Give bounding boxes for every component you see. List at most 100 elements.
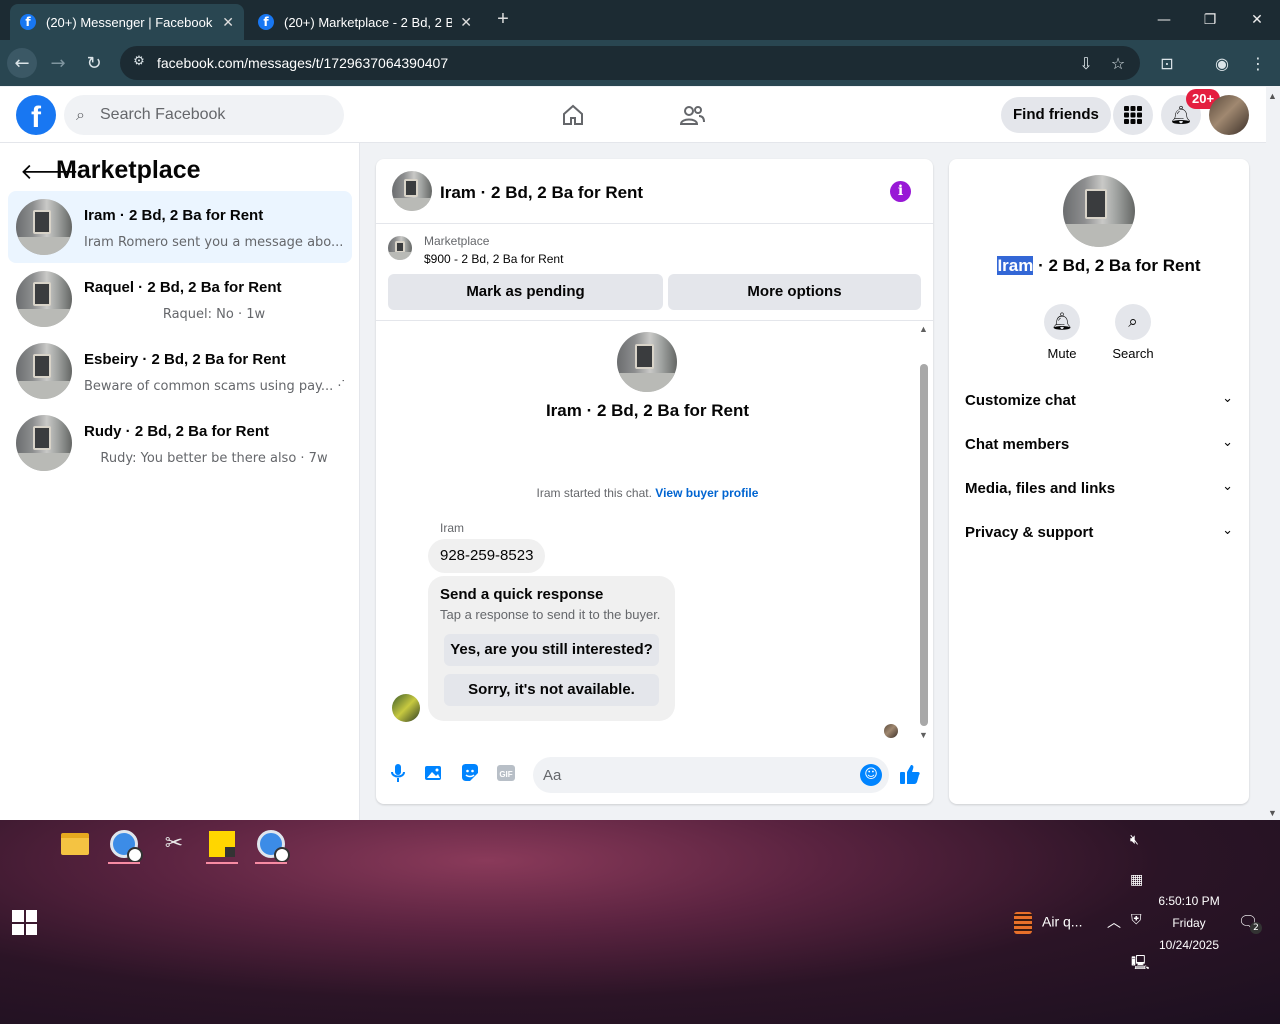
search-icon: ⌕ [1115, 304, 1151, 340]
minimize-button[interactable]: — [1141, 0, 1187, 40]
quick-response-option[interactable]: Yes, are you still interested? [444, 634, 659, 666]
conversation-snippet: Beware of common scams using pay... ·7w [84, 379, 344, 394]
info-icon[interactable]: i [890, 181, 911, 202]
conversation-item[interactable]: Iram · 2 Bd, 2 Ba for Rent Iram Romero s… [8, 191, 352, 263]
clock-time: 6:50:10 PM [1158, 894, 1220, 908]
chat-scrollbar[interactable]: ▲ ▼ [917, 324, 931, 742]
profile-icon[interactable]: ◉ [1207, 48, 1237, 78]
chevron-down-icon: ⌄ [1222, 523, 1233, 538]
address-bar[interactable]: ⚙ facebook.com/messages/t/17296370643904… [120, 46, 1140, 80]
chat-details-avatar[interactable] [1063, 175, 1135, 247]
microphone-icon[interactable] [386, 763, 410, 787]
chat-intro-avatar [617, 332, 677, 392]
panel-title: Marketplace [56, 156, 201, 184]
close-tab-icon[interactable]: ✕ [222, 14, 234, 31]
forward-button[interactable]: → [43, 48, 73, 78]
sticky-notes-icon[interactable] [204, 826, 240, 864]
tab-messenger[interactable]: f (20+) Messenger | Facebook ✕ [10, 4, 244, 40]
conversation-item[interactable]: Raquel · 2 Bd, 2 Ba for Rent Raquel: No … [8, 263, 352, 335]
close-tab-icon[interactable]: ✕ [460, 14, 472, 31]
snipping-tool-icon[interactable]: ✂ [156, 826, 192, 862]
browser-toolbar: ← → ↻ ⚙ facebook.com/messages/t/17296370… [0, 40, 1280, 86]
scrollbar-thumb[interactable] [920, 364, 928, 726]
network-icon[interactable]: 🖳︎ [1131, 952, 1150, 976]
air-quality-widget[interactable]: Air q... [1014, 912, 1082, 934]
chrome-icon[interactable] [253, 826, 290, 864]
facebook-header: f ⌕ Find friends 🔔︎ 20+ [0, 87, 1266, 143]
message-bubble[interactable]: 928-259-8523 [428, 539, 546, 573]
notification-center-icon[interactable]: 🗨︎ 2 [1238, 912, 1262, 934]
quick-response-card: Send a quick response Tap a response to … [428, 576, 675, 721]
privacy-support-section[interactable]: Privacy & support ⌄ [957, 511, 1241, 555]
facebook-favicon-icon: f [258, 14, 274, 30]
conversation-list-panel: 🡐 Marketplace Iram · 2 Bd, 2 Ba for Rent… [0, 143, 360, 820]
tab-marketplace[interactable]: f (20+) Marketplace - 2 Bd, 2 Ba f ✕ [248, 4, 482, 40]
tab-title: (20+) Marketplace - 2 Bd, 2 Ba f [284, 14, 453, 30]
account-avatar[interactable] [1209, 95, 1249, 135]
url-text: facebook.com/messages/t/1729637064390407 [157, 55, 449, 71]
air-quality-icon [1014, 912, 1032, 934]
marketplace-banner: Marketplace $900 - 2 Bd, 2 Ba for Rent M… [376, 224, 933, 321]
search-in-chat-button[interactable]: ⌕ Search [1103, 304, 1163, 361]
site-settings-icon[interactable]: ⚙ [130, 54, 148, 72]
conversation-item[interactable]: Esbeiry · 2 Bd, 2 Ba for Rent Beware of … [8, 335, 352, 407]
menu-grid-icon[interactable] [1113, 95, 1153, 135]
emoji-icon[interactable]: ☺ [860, 764, 882, 786]
scroll-up-arrow-icon[interactable]: ▲ [919, 324, 928, 334]
tab-search-icon[interactable]: ⊡ [1152, 48, 1182, 78]
view-buyer-profile-link[interactable]: View buyer profile [655, 486, 758, 500]
search-label: Search [1112, 346, 1154, 361]
chat-title[interactable]: Iram · 2 Bd, 2 Ba for Rent [440, 183, 643, 203]
scroll-down-arrow-icon[interactable]: ▼ [919, 730, 928, 740]
install-app-icon[interactable]: ⇩ [1071, 48, 1101, 78]
reload-button[interactable]: ↻ [79, 48, 109, 78]
mute-button[interactable]: 🔔︎ Mute [1032, 304, 1092, 361]
sticker-icon[interactable] [458, 763, 482, 787]
windows-start-icon[interactable] [12, 910, 37, 935]
system-clock[interactable]: 6:50:10 PM Friday 10/24/2025 [1150, 890, 1228, 956]
photo-icon[interactable] [422, 763, 446, 787]
started-text: Iram started this chat. [536, 486, 652, 500]
chat-members-section[interactable]: Chat members ⌄ [957, 423, 1241, 467]
restore-button[interactable]: ❐ [1187, 0, 1233, 40]
listing-thumbnail[interactable] [388, 236, 412, 260]
chat-details-title: Iram · 2 Bd, 2 Ba for Rent [949, 256, 1249, 276]
find-friends-button[interactable]: Find friends [1001, 97, 1111, 133]
message-thread: Iram · 2 Bd, 2 Ba for Rent Iram started … [376, 321, 933, 741]
facebook-search[interactable]: ⌕ [64, 95, 344, 135]
conversation-item[interactable]: Rudy · 2 Bd, 2 Ba for Rent Rudy: You bet… [8, 407, 352, 479]
scroll-down-arrow-icon[interactable]: ▼ [1268, 808, 1277, 818]
page-scrollbar[interactable]: ▲ ▼ [1266, 87, 1280, 820]
friends-icon[interactable] [672, 95, 712, 135]
gif-icon[interactable]: GIF [494, 763, 518, 787]
chat-panel: Iram · 2 Bd, 2 Ba for Rent i Marketplace… [376, 159, 933, 804]
conversation-name: Rudy · 2 Bd, 2 Ba for Rent [84, 423, 270, 440]
more-options-button[interactable]: More options [668, 274, 921, 310]
bookmark-star-icon[interactable]: ☆ [1103, 48, 1133, 78]
listing-thumbnail [16, 199, 72, 255]
security-icon[interactable]: ⛨ [1131, 912, 1142, 928]
file-explorer-icon[interactable] [57, 826, 93, 862]
back-button[interactable]: ← [7, 48, 37, 78]
new-tab-button[interactable]: + [492, 8, 514, 30]
chat-avatar[interactable] [392, 171, 432, 211]
close-window-button[interactable]: ✕ [1234, 0, 1280, 40]
thumbs-up-icon[interactable] [898, 763, 922, 787]
chevron-up-icon[interactable]: ︿ [1107, 912, 1121, 932]
search-input[interactable] [100, 95, 330, 135]
home-icon[interactable] [553, 95, 593, 135]
tray-app-icon[interactable]: ▦ [1130, 872, 1143, 888]
volume-muted-icon[interactable]: 🔇︎ [1130, 832, 1139, 848]
message-input[interactable] [533, 757, 889, 793]
mark-as-pending-button[interactable]: Mark as pending [388, 274, 663, 310]
quick-response-option[interactable]: Sorry, it's not available. [444, 674, 659, 706]
selected-name-text[interactable]: Iram [997, 256, 1034, 275]
media-files-links-section[interactable]: Media, files and links ⌄ [957, 467, 1241, 511]
scroll-up-arrow-icon[interactable]: ▲ [1268, 91, 1277, 101]
customize-chat-section[interactable]: Customize chat ⌄ [957, 379, 1241, 423]
listing-price[interactable]: $900 - 2 Bd, 2 Ba for Rent [424, 252, 563, 266]
menu-icon[interactable]: ⋮ [1243, 48, 1273, 78]
chrome-icon[interactable] [106, 826, 143, 864]
conversation-name: Raquel · 2 Bd, 2 Ba for Rent [84, 279, 282, 296]
facebook-logo[interactable]: f [16, 95, 56, 135]
